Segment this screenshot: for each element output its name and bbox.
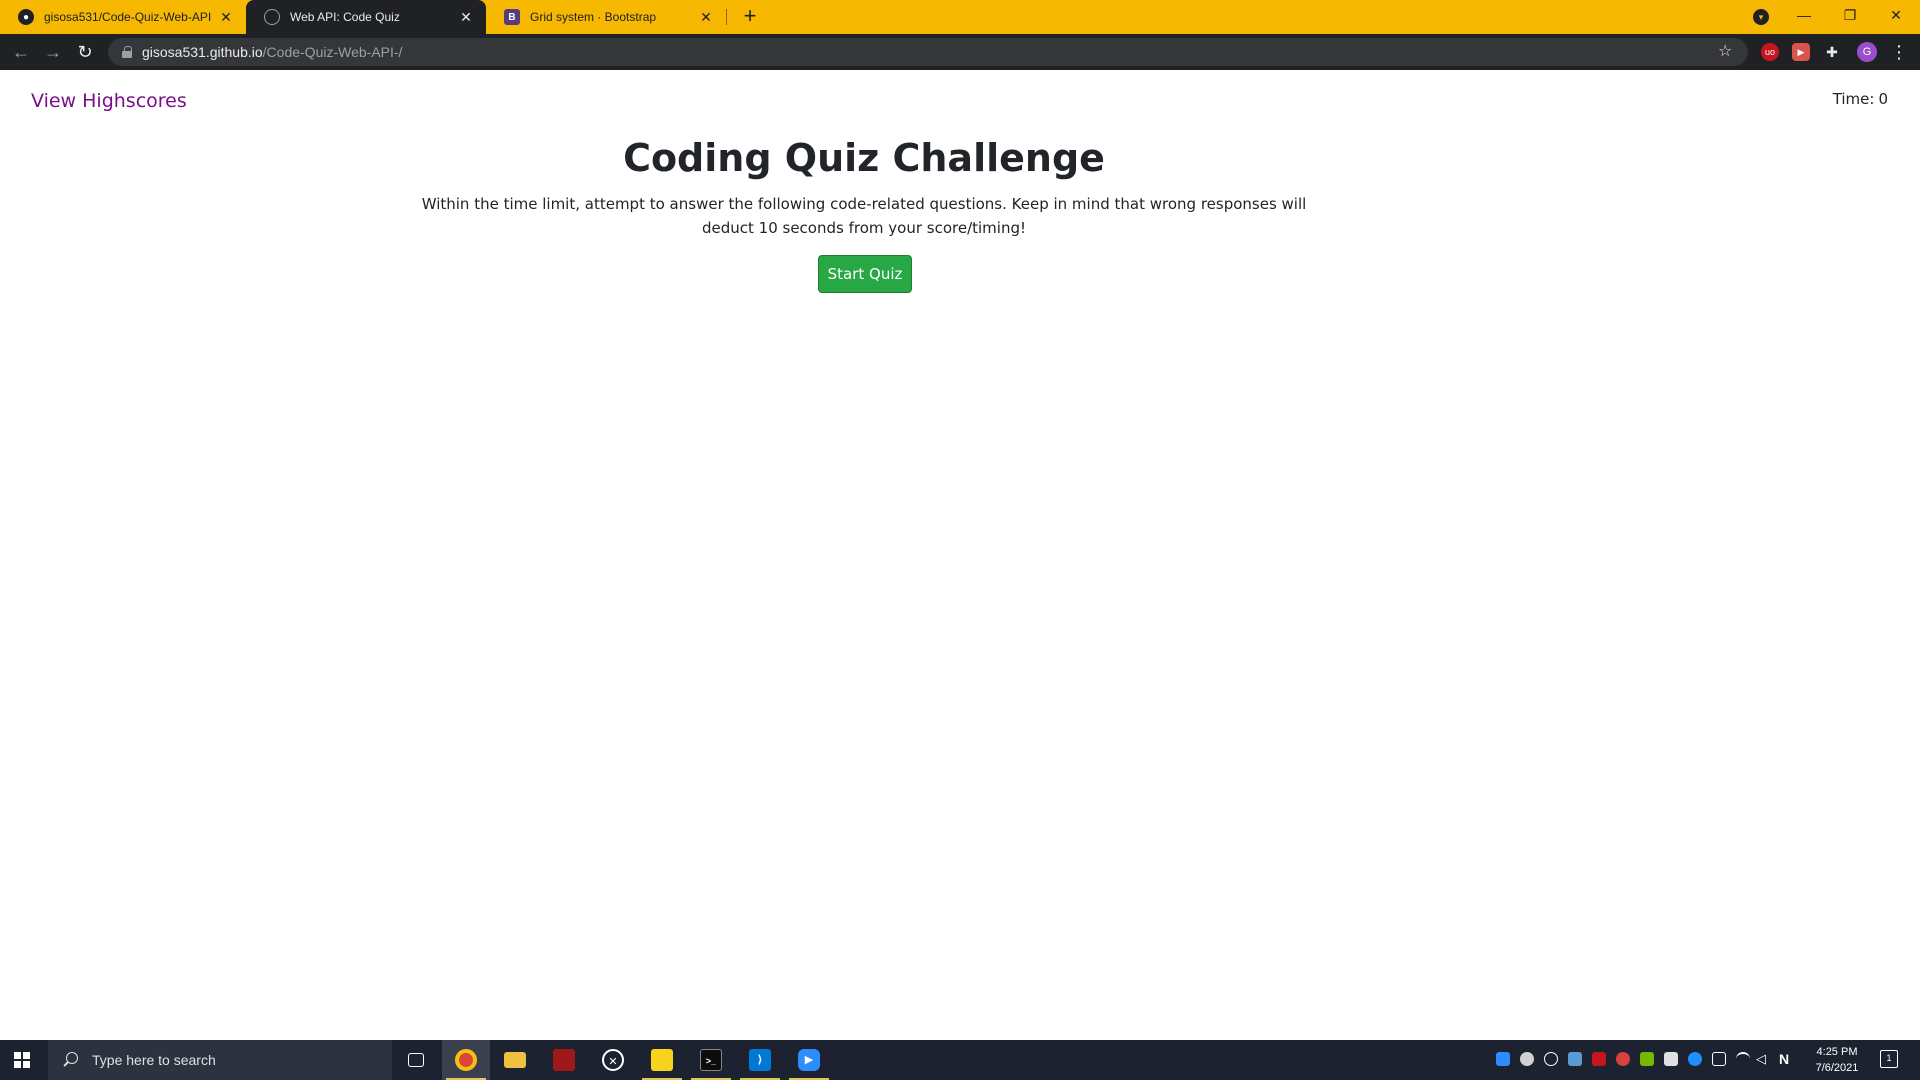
tray-icon[interactable] [1568,1052,1582,1066]
search-placeholder: Type here to search [92,1052,216,1068]
url-host: gisosa531.github.io [142,44,263,60]
xbox-icon[interactable]: ✕ [589,1040,637,1080]
bootstrap-icon: B [504,9,520,25]
page-title: Coding Quiz Challenge [623,136,1105,180]
vscode-icon[interactable]: ⟩ [736,1040,784,1080]
quiz-page: View Highscores Time: 0 Coding Quiz Chall… [0,70,1920,1040]
tab-divider [726,9,727,25]
wifi-icon[interactable] [1736,1052,1750,1066]
forward-icon[interactable]: → [41,40,65,64]
start-quiz-button[interactable]: Start Quiz [818,255,912,293]
notification-center-icon[interactable]: 1 [1880,1050,1898,1068]
chrome-app-icon[interactable] [442,1040,490,1080]
tab-title: Web API: Code Quiz [290,10,400,24]
bluetooth-icon[interactable] [1688,1052,1702,1066]
browser-toolbar: ← → ↻ gisosa531.github.io/Code-Quiz-Web-… [0,34,1920,70]
red-app-icon[interactable] [540,1040,588,1080]
reload-icon[interactable]: ↻ [73,40,97,64]
zoom-tray-icon[interactable] [1496,1052,1510,1066]
search-icon [62,1051,80,1069]
onedrive-tray-icon[interactable] [1664,1052,1678,1066]
browser-tab-strip: ● gisosa531/Code-Quiz-Web-API- ✕ Web API… [0,0,1920,34]
tray-icon[interactable] [1616,1052,1630,1066]
globe-icon [264,9,280,25]
timer-label: Time: [1832,90,1875,108]
address-bar[interactable]: gisosa531.github.io/Code-Quiz-Web-API-/ [108,38,1748,66]
clock-date: 7/6/2021 [1815,1062,1859,1074]
tab-title: gisosa531/Code-Quiz-Web-API- [44,10,212,24]
tray-icon[interactable] [1520,1052,1534,1066]
file-explorer-icon[interactable] [491,1040,539,1080]
bookmark-star-icon[interactable]: ☆ [1718,40,1732,64]
task-view-icon[interactable] [392,1040,440,1080]
minimize-icon[interactable]: — [1781,0,1827,30]
tab-bootstrap-grid[interactable]: B Grid system · Bootstrap ✕ [486,0,726,34]
screen-recorder-extension-icon[interactable]: ▶ [1792,43,1810,61]
lock-icon [122,46,132,58]
windows-taskbar: Type here to search ✕ >_ ⟩ ▶ ◁ N 4:25 PM… [0,1040,1920,1080]
close-icon[interactable]: ✕ [218,9,234,25]
timer: Time: 0 [1833,90,1888,108]
ublock-extension-icon[interactable]: uo [1761,43,1779,61]
notion-tray-icon[interactable]: N [1779,1052,1793,1066]
sticky-notes-icon[interactable] [638,1040,686,1080]
taskbar-search[interactable]: Type here to search [48,1040,392,1080]
volume-icon[interactable]: ◁ [1756,1052,1770,1066]
url-path: /Code-Quiz-Web-API-/ [262,44,403,60]
tab-web-api-code-quiz[interactable]: Web API: Code Quiz ✕ [246,0,486,34]
terminal-icon[interactable]: >_ [687,1040,735,1080]
extensions-puzzle-icon[interactable]: ✚ [1823,43,1841,61]
profile-avatar[interactable]: G [1857,42,1877,62]
steam-tray-icon[interactable] [1544,1052,1558,1066]
new-tab-button[interactable]: + [738,5,762,29]
github-icon: ● [18,9,34,25]
close-icon[interactable]: ✕ [698,9,714,25]
nvidia-tray-icon[interactable] [1640,1052,1654,1066]
clock-time: 4:25 PM [1816,1046,1858,1058]
tray-icon[interactable] [1592,1052,1606,1066]
taskbar-clock[interactable]: 4:25 PM 7/6/2021 [1800,1044,1874,1076]
battery-icon[interactable] [1712,1052,1726,1066]
tab-search-icon[interactable]: ▾ [1753,9,1769,25]
close-window-icon[interactable]: ✕ [1873,0,1919,30]
view-highscores-link[interactable]: View Highscores [31,90,187,112]
close-icon[interactable]: ✕ [458,9,474,25]
zoom-icon[interactable]: ▶ [785,1040,833,1080]
timer-value: 0 [1878,90,1888,108]
restore-icon[interactable]: ❐ [1827,0,1873,30]
quiz-description: Within the time limit, attempt to answer… [421,195,1307,237]
tab-title: Grid system · Bootstrap [530,10,657,24]
windows-start-icon[interactable] [14,1052,30,1068]
tab-github[interactable]: ● gisosa531/Code-Quiz-Web-API- ✕ [0,0,246,34]
more-menu-icon[interactable]: ⋮ [1890,40,1908,64]
back-icon[interactable]: ← [9,40,33,64]
